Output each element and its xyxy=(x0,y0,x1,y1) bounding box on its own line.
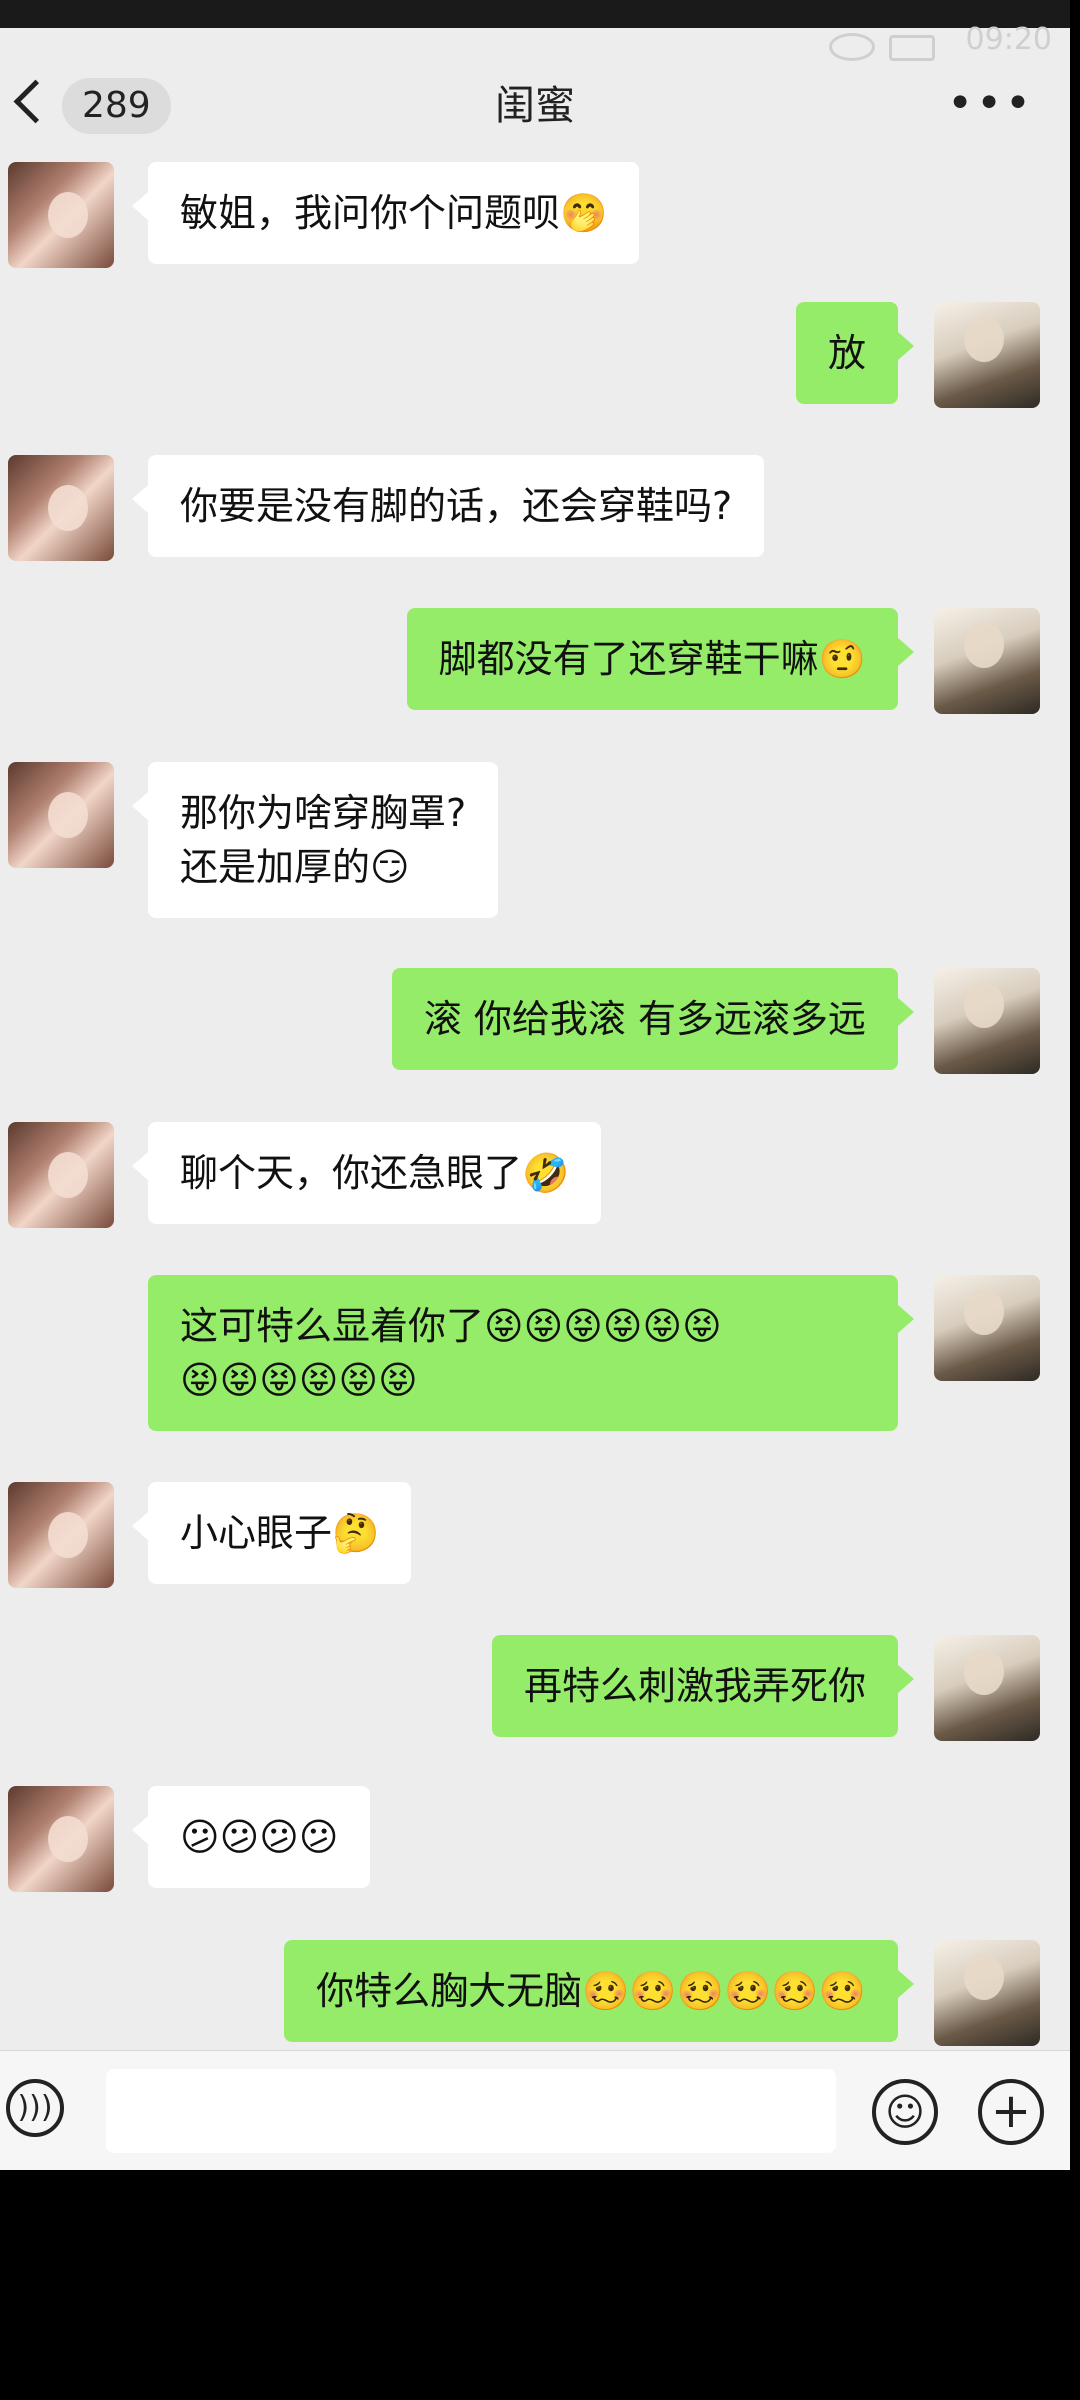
chat-header: 289 闺蜜 ••• xyxy=(0,60,1070,150)
emoji-icon[interactable]: ☺ xyxy=(872,2079,938,2145)
avatar[interactable] xyxy=(934,1635,1040,1741)
battery-icon xyxy=(889,35,935,61)
message-bubble[interactable]: 那你为啥穿胸罩? 还是加厚的😏 xyxy=(131,762,499,918)
chat-screen: 09:20 289 闺蜜 ••• 敏姐，我问你个问题呗🤭 放 你要是没有脚的话，… xyxy=(0,0,1070,2170)
eye-comfort-icon xyxy=(829,33,875,61)
avatar[interactable] xyxy=(934,1275,1040,1381)
chat-title: 闺蜜 xyxy=(495,83,575,129)
avatar[interactable] xyxy=(934,1940,1040,2046)
avatar[interactable] xyxy=(8,1482,114,1588)
message-bubble[interactable]: 你特么胸大无脑🥴🥴🥴🥴🥴🥴 xyxy=(284,1940,914,2042)
status-bar xyxy=(0,0,1070,28)
message-bubble[interactable]: 再特么刺激我弄死你 xyxy=(491,1635,915,1737)
avatar[interactable] xyxy=(8,455,114,561)
avatar[interactable] xyxy=(8,1786,114,1892)
message-bubble[interactable]: 聊个天，你还急眼了🤣 xyxy=(131,1122,602,1224)
message-bubble[interactable]: 你要是没有脚的话，还会穿鞋吗? xyxy=(131,455,765,557)
message-bubble[interactable]: 小心眼子🤔 xyxy=(131,1482,412,1584)
message-bubble[interactable]: 放 xyxy=(795,302,915,404)
message-bubble[interactable]: 滚 你给我滚 有多远滚多远 xyxy=(391,968,915,1070)
avatar[interactable] xyxy=(8,162,114,268)
message-bubble[interactable]: 😕😕😕😕 xyxy=(131,1786,371,1888)
avatar[interactable] xyxy=(8,762,114,868)
message-bubble[interactable]: 脚都没有了还穿鞋干嘛🤨 xyxy=(406,608,915,710)
avatar[interactable] xyxy=(934,302,1040,408)
avatar[interactable] xyxy=(934,968,1040,1074)
input-bar: ))) ☺ + xyxy=(0,2050,1070,2170)
message-bubble[interactable]: 这可特么显着你了😝😝😝😝😝😝 😝😝😝😝😝😝 xyxy=(148,1275,914,1431)
status-time: 09:20 xyxy=(965,22,1052,57)
more-icon[interactable]: ••• xyxy=(947,82,1034,126)
message-input[interactable] xyxy=(106,2069,836,2153)
plus-icon[interactable]: + xyxy=(978,2079,1044,2145)
voice-icon[interactable]: ))) xyxy=(6,2079,64,2137)
avatar[interactable] xyxy=(934,608,1040,714)
message-bubble[interactable]: 敏姐，我问你个问题呗🤭 xyxy=(131,162,640,264)
avatar[interactable] xyxy=(8,1122,114,1228)
